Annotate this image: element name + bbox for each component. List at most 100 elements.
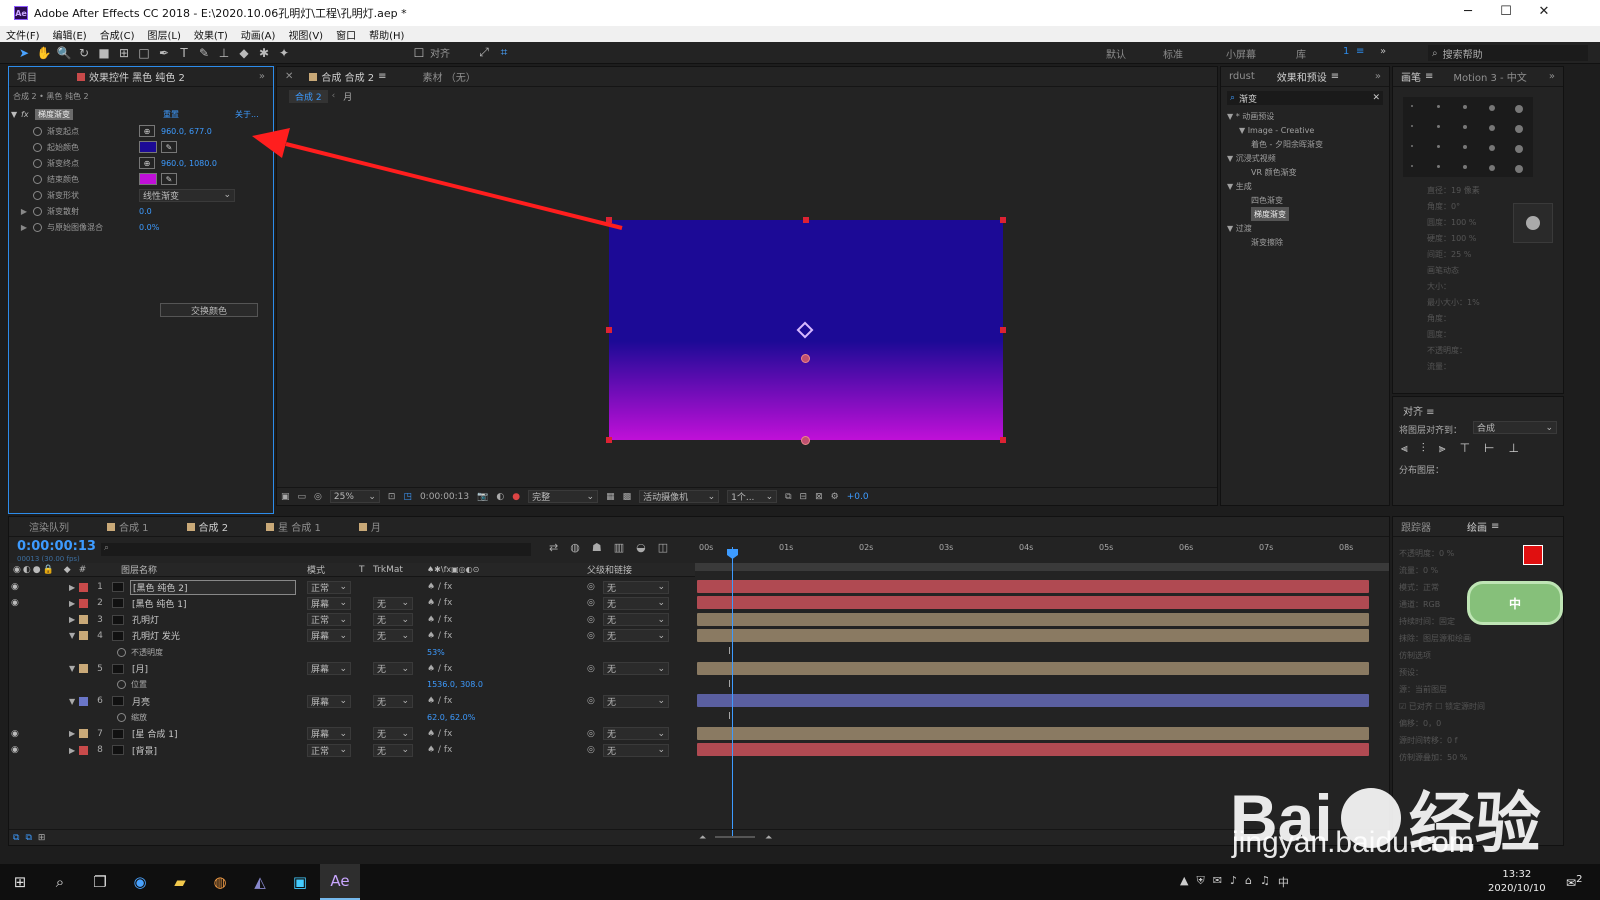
menu-item-7[interactable]: 窗口 xyxy=(330,27,363,42)
brush-tip[interactable] xyxy=(1489,145,1495,151)
brush-tip[interactable] xyxy=(1411,105,1413,107)
effects-tree-item[interactable]: 着色 - 夕阳余晖渐变 xyxy=(1251,137,1323,151)
brush-tip[interactable] xyxy=(1489,125,1495,131)
transform-handle[interactable] xyxy=(606,217,612,223)
layer-mode-dropdown[interactable]: 屏幕 ⌄ xyxy=(307,662,351,675)
draft-3d-icon[interactable]: ◍ xyxy=(570,541,580,554)
brush-tip[interactable] xyxy=(1463,125,1467,129)
snapshot-icon[interactable]: 📷 xyxy=(477,492,488,502)
stopwatch-icon[interactable] xyxy=(33,174,42,184)
chrome-icon[interactable]: ◍ xyxy=(200,864,240,900)
timeline-icon[interactable]: ⊟ xyxy=(800,492,808,502)
property-row[interactable]: 缩放 62.0, 62.0% xyxy=(9,709,695,725)
fx-icon[interactable]: fx xyxy=(21,110,35,119)
prop-value[interactable]: 960.0, 677.0 xyxy=(161,127,212,136)
pickwhip-icon[interactable]: ◎ xyxy=(587,615,595,625)
effects-tree-item[interactable]: ▼ * 动画预设 xyxy=(1227,109,1274,123)
menu-item-1[interactable]: 编辑(E) xyxy=(47,27,94,42)
transform-handle[interactable] xyxy=(606,437,612,443)
stopwatch-icon[interactable] xyxy=(117,680,126,690)
panel-more-icon[interactable]: » xyxy=(1367,71,1389,82)
layer-expand-icon[interactable]: ▶ xyxy=(69,583,79,592)
property-value[interactable]: 62.0, 62.0% xyxy=(427,713,475,722)
workspace-menu-icon[interactable]: ≡ xyxy=(1356,46,1364,57)
transfer-controls-icon[interactable]: ⧉ xyxy=(25,833,31,843)
windows-start-icon[interactable]: ⊞ xyxy=(0,864,40,900)
pickwhip-icon[interactable]: ◎ xyxy=(587,696,595,706)
menu-item-3[interactable]: 图层(L) xyxy=(141,27,187,42)
clock[interactable]: 13:32 2020/10/10 xyxy=(1488,868,1546,896)
zoom-dropdown[interactable]: 25% ⌄ xyxy=(329,490,380,503)
keyframe-icon[interactable]: I xyxy=(728,679,731,690)
pen-tool-icon[interactable]: ✒ xyxy=(154,43,174,63)
property-value[interactable]: 53% xyxy=(427,648,445,657)
prop-value[interactable]: 0.0 xyxy=(139,207,152,216)
transform-handle[interactable] xyxy=(1000,327,1006,333)
eraser-tool-icon[interactable]: ◆ xyxy=(234,43,254,63)
property-row[interactable]: 位置 1536.0, 308.0 xyxy=(9,677,695,693)
about-link[interactable]: 关于... xyxy=(235,109,259,120)
layer-mode-dropdown[interactable]: 正常 ⌄ xyxy=(307,580,351,594)
visibility-eye-icon[interactable]: ◉ xyxy=(11,729,25,739)
reset-exposure-icon[interactable]: ⚙ xyxy=(831,492,839,502)
timeline-tab-1[interactable]: 合成 1 xyxy=(99,519,157,534)
layer-mode-dropdown[interactable]: 正常 ⌄ xyxy=(307,613,351,627)
tab-project[interactable]: 项目 xyxy=(9,69,45,84)
current-time[interactable]: 0:00:00:13 xyxy=(420,492,469,502)
layer-label-color[interactable] xyxy=(79,598,88,608)
foreground-color-swatch[interactable] xyxy=(1523,545,1543,565)
layer-name[interactable]: 孔明灯 发光 xyxy=(130,629,296,642)
parent-dropdown[interactable]: 无 ⌄ xyxy=(603,580,669,594)
transform-handle[interactable] xyxy=(1000,437,1006,443)
minimize-button[interactable]: ─ xyxy=(1458,4,1478,19)
network-icon[interactable]: ⌂ xyxy=(1245,874,1252,890)
keyframe-icon[interactable]: I xyxy=(728,646,731,657)
stopwatch-icon[interactable] xyxy=(33,126,42,136)
comp-flowchart-icon[interactable]: ⇄ xyxy=(549,541,558,554)
tab-rdust[interactable]: rdust xyxy=(1221,71,1263,82)
work-area-bar[interactable] xyxy=(695,563,1389,571)
wechat-icon[interactable]: ✉ xyxy=(1213,874,1222,890)
resolution-icon[interactable]: ⊡ xyxy=(388,492,396,502)
motion-blur-icon[interactable]: ◒ xyxy=(636,541,646,554)
monitor-icon[interactable]: ▭ xyxy=(298,492,307,502)
stopwatch-icon[interactable] xyxy=(33,206,42,216)
timeline-tab-4[interactable]: 月 xyxy=(351,519,389,534)
layer-row[interactable]: ▼ 5 [月] 屏幕 ⌄ 无 ⌄ ♠ ∕ fx ◎ 无 ⌄ xyxy=(9,661,695,677)
comp-viewer-frame[interactable] xyxy=(606,217,1006,445)
brush-tip[interactable] xyxy=(1437,105,1440,108)
always-preview-icon[interactable]: ▣ xyxy=(281,492,290,502)
prop-triangle-icon[interactable]: ▶ xyxy=(9,223,33,232)
brush-tool-icon[interactable]: ✎ xyxy=(194,43,214,63)
stopwatch-icon[interactable] xyxy=(117,712,126,722)
clear-search-icon[interactable]: ✕ xyxy=(1372,93,1380,103)
effects-tree-item[interactable]: ▼ 过渡 xyxy=(1227,221,1252,235)
mic-icon[interactable]: ♪ xyxy=(1230,874,1237,890)
panel-more-icon[interactable]: » xyxy=(1541,71,1563,82)
time-ruler[interactable]: 00s 01s 02s 03s 04s 05s 06s 07s 08s xyxy=(695,539,1389,561)
layer-label-color[interactable] xyxy=(79,664,88,673)
paint-lock-time[interactable]: 锁定源时间 xyxy=(1445,702,1485,711)
prop-triangle-icon[interactable]: ▶ xyxy=(9,207,33,216)
layer-name[interactable]: [黑色 纯色 1] xyxy=(130,597,296,610)
layer-duration-bar[interactable] xyxy=(697,726,1369,740)
ime-tray[interactable]: 中 xyxy=(1278,874,1289,890)
playhead[interactable] xyxy=(732,547,733,837)
effects-tree-item[interactable]: 四色渐变 xyxy=(1251,193,1283,207)
trkmat-dropdown[interactable]: 无 ⌄ xyxy=(373,727,413,741)
transform-handle[interactable] xyxy=(1000,217,1006,223)
brush-tip[interactable] xyxy=(1463,165,1467,169)
pickwhip-icon[interactable]: ◎ xyxy=(587,729,595,739)
parent-dropdown[interactable]: 无 ⌄ xyxy=(603,743,669,757)
search-help-box[interactable]: ⌕ 搜索帮助 xyxy=(1428,45,1588,61)
effect-name[interactable]: 梯度渐变 xyxy=(35,108,73,120)
brush-tip[interactable] xyxy=(1489,165,1495,171)
layer-label-color[interactable] xyxy=(79,745,88,755)
layer-switches-icon[interactable]: ♠ ∕ fx xyxy=(427,664,452,674)
paint-aligned[interactable]: 已对齐 xyxy=(1409,702,1433,711)
layer-expand-icon[interactable]: ▼ xyxy=(69,631,79,640)
pickwhip-icon[interactable]: ◎ xyxy=(587,598,595,608)
workspace-default[interactable]: 默认 xyxy=(1106,46,1126,61)
parent-dropdown[interactable]: 无 ⌄ xyxy=(603,596,669,610)
gradient-start-point-icon[interactable] xyxy=(801,354,810,363)
